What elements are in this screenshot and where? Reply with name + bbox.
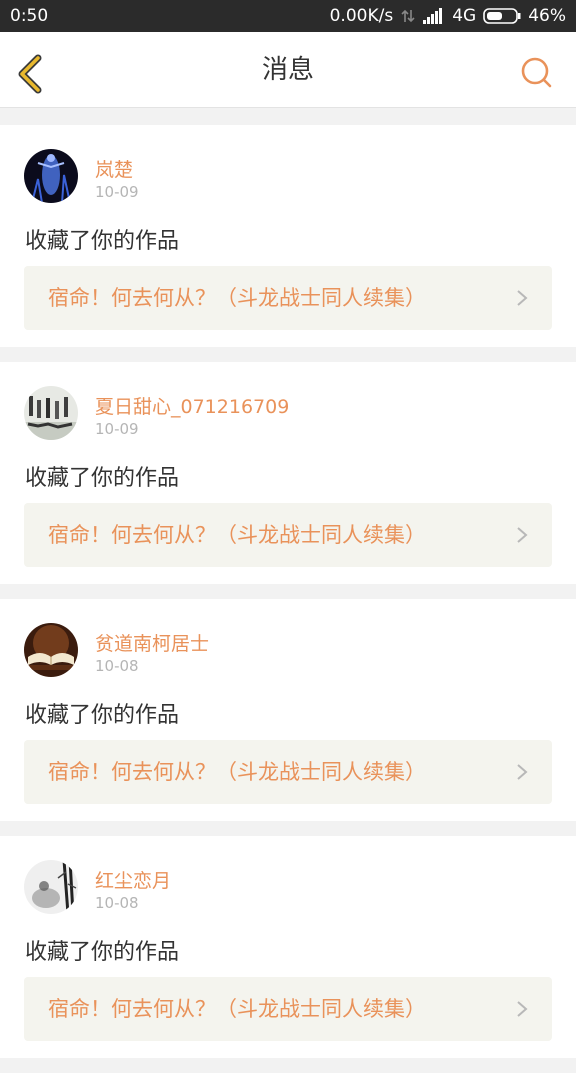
chevron-right-icon [517,527,528,543]
action-text: 收藏了你的作品 [25,466,180,491]
network-type: 4G [452,6,477,26]
work-title: 宿命！何去何从？（斗龙战士同人续集） [48,523,426,547]
data-transfer-icon [400,8,416,24]
status-time: 0:50 [10,6,49,26]
message-card: 贫道南柯居士 10-08 收藏了你的作品 宿命！何去何从？（斗龙战士同人续集） [0,599,576,821]
message-list: 岚楚 10-09 收藏了你的作品 宿命！何去何从？（斗龙战士同人续集） 夏日甜心… [0,125,576,1073]
chevron-right-icon [517,764,528,780]
work-link[interactable]: 宿命！何去何从？（斗龙战士同人续集） [24,503,552,567]
action-text: 收藏了你的作品 [25,703,180,728]
work-link[interactable]: 宿命！何去何从？（斗龙战士同人续集） [24,266,552,330]
message-date: 10-08 [95,657,139,675]
page-title: 消息 [261,55,314,85]
chevron-right-icon [517,290,528,306]
status-indicators: 0.00K/s 4G 46% [330,6,566,26]
battery-level: 46% [528,6,566,26]
avatar[interactable] [24,623,78,677]
search-icon [521,57,552,88]
work-link[interactable]: 宿命！何去何从？（斗龙战士同人续集） [24,977,552,1041]
action-text: 收藏了你的作品 [25,229,180,254]
work-title: 宿命！何去何从？（斗龙战士同人续集） [48,997,426,1021]
message-date: 10-08 [95,894,139,912]
network-speed: 0.00K/s [329,6,394,26]
app-header: 消息 [0,32,576,108]
username[interactable]: 红尘恋月 [95,866,171,893]
status-bar: 0:50 0.00K/s 4G 46% [0,0,576,32]
battery-icon [483,7,521,25]
action-text: 收藏了你的作品 [25,940,180,965]
message-card: 红尘恋月 10-08 收藏了你的作品 宿命！何去何从？（斗龙战士同人续集） [0,836,576,1058]
avatar[interactable] [24,386,78,440]
signal-icon [423,8,445,24]
search-button[interactable] [520,56,554,90]
username[interactable]: 夏日甜心_071216709 [95,392,289,419]
work-link[interactable]: 宿命！何去何从？（斗龙战士同人续集） [24,740,552,804]
message-card: 岚楚 10-09 收藏了你的作品 宿命！何去何从？（斗龙战士同人续集） [0,125,576,347]
message-date: 10-09 [95,183,139,201]
message-date: 10-09 [95,420,139,438]
username[interactable]: 贫道南柯居士 [95,629,209,656]
work-title: 宿命！何去何从？（斗龙战士同人续集） [48,286,426,310]
avatar[interactable] [24,860,78,914]
message-card: 夏日甜心_071216709 10-09 收藏了你的作品 宿命！何去何从？（斗龙… [0,362,576,584]
chevron-right-icon [517,1001,528,1017]
username[interactable]: 岚楚 [95,155,133,182]
avatar[interactable] [24,149,78,203]
work-title: 宿命！何去何从？（斗龙战士同人续集） [48,760,426,784]
